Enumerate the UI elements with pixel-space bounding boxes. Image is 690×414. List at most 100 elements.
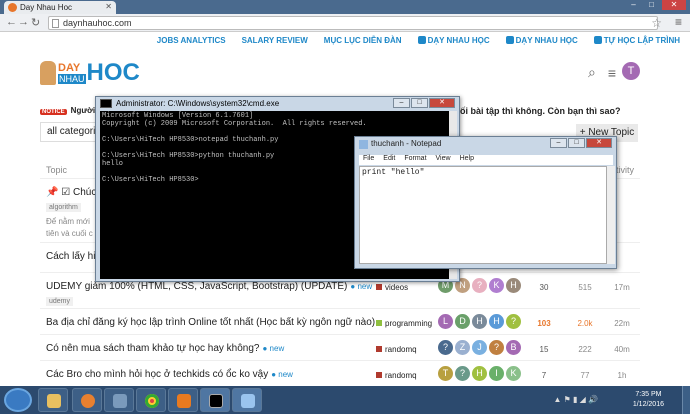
nav-tu-hoc[interactable]: TỰ HỌC LẬP TRÌNH	[593, 36, 680, 45]
notepad-icon	[359, 140, 368, 149]
avatar[interactable]: K	[506, 366, 521, 381]
topic-title[interactable]: Có nên mua sách tham khảo tự học hay khô…	[46, 343, 260, 354]
menu-view[interactable]: View	[436, 155, 451, 165]
category-label[interactable]: randomq	[376, 371, 417, 380]
new-badge: ● new	[350, 282, 373, 291]
topic-row[interactable]: Có nên mua sách tham khảo tự học hay khô…	[40, 334, 640, 360]
avatar[interactable]: K	[489, 278, 504, 293]
avatar[interactable]: ?	[438, 340, 453, 355]
avatar[interactable]: J	[472, 340, 487, 355]
topic-tag[interactable]: udemy	[46, 297, 74, 306]
avatar[interactable]: ?	[489, 340, 504, 355]
taskbar-cmd[interactable]	[200, 388, 230, 412]
clock-date: 1/12/2016	[632, 401, 664, 408]
forward-icon[interactable]: →	[18, 16, 29, 28]
avatar[interactable]: Z	[455, 340, 470, 355]
topic-title[interactable]: Cách lấy hin	[46, 251, 101, 262]
minimize-button[interactable]: –	[393, 98, 410, 108]
show-desktop-button[interactable]	[682, 386, 690, 414]
notepad-scrollbar[interactable]	[607, 166, 615, 264]
avatar[interactable]: H	[472, 314, 487, 329]
user-avatar[interactable]: T	[622, 62, 640, 80]
category-label[interactable]: programming	[376, 319, 432, 328]
reload-icon[interactable]: ↻	[31, 16, 40, 29]
maximize-button[interactable]: □	[568, 138, 585, 148]
maximize-button[interactable]: □	[411, 98, 428, 108]
cmd-icon	[209, 394, 223, 408]
search-icon[interactable]: ⌕	[588, 64, 596, 81]
system-tray[interactable]: ▲ ⚑ ▮ ◢ 🔊	[554, 395, 599, 404]
hamburger-menu-icon[interactable]: ≡	[608, 65, 616, 81]
category-name: randomq	[385, 371, 417, 380]
avatar[interactable]: ?	[455, 366, 470, 381]
taskbar-notepad[interactable]	[232, 388, 262, 412]
nav-jobs-analytics[interactable]: JOBS ANALYTICS	[157, 36, 226, 45]
browser-menu-icon[interactable]: ≡	[675, 15, 682, 29]
reply-count: 15	[539, 345, 549, 354]
tab-title: Day Nhau Hoc	[20, 3, 73, 12]
topic-tag[interactable]: algorithm	[46, 203, 81, 212]
address-bar-row: ← → ↻ daynhauhoc.com ☆ ≡	[0, 14, 690, 32]
maximize-button[interactable]: □	[644, 0, 659, 10]
reply-count: 30	[539, 283, 549, 292]
taskbar-media[interactable]	[72, 388, 102, 412]
minimize-button[interactable]: –	[626, 0, 641, 10]
topic-title[interactable]: UDEMY giảm 100% (HTML, CSS, JavaScript, …	[46, 281, 347, 292]
view-count: 2.0k	[577, 319, 593, 328]
topic-title[interactable]: Các Bro cho mình hỏi học ở techkids có ổ…	[46, 369, 268, 380]
bookmark-star-icon[interactable]: ☆	[651, 16, 662, 30]
avatar[interactable]: L	[438, 314, 453, 329]
cmd-icon	[100, 99, 112, 108]
clock[interactable]: 7:35 PM 1/12/2016	[633, 390, 664, 410]
activity-time[interactable]: 17m	[610, 283, 634, 292]
taskbar-explorer[interactable]	[38, 388, 68, 412]
start-button[interactable]	[4, 388, 32, 412]
category-label[interactable]: videos	[376, 283, 408, 292]
close-tab-icon[interactable]: ✕	[105, 2, 112, 11]
close-button[interactable]: ✕	[429, 98, 455, 108]
avatar[interactable]: T	[438, 366, 453, 381]
avatar[interactable]: ?	[472, 278, 487, 293]
category-color-icon	[376, 284, 382, 290]
nav-daynhauhoc-2[interactable]: DẠY NHAU HỌC	[505, 36, 578, 45]
notice-text: Người	[70, 106, 96, 115]
avatar[interactable]: H	[472, 366, 487, 381]
taskbar-chrome[interactable]	[136, 388, 166, 412]
menu-help[interactable]: Help	[460, 155, 474, 165]
nav-label: DẠY NHAU HỌC	[427, 36, 490, 45]
media-player-icon	[81, 394, 95, 408]
notice-text-right: ối bài tập thì không. Còn bạn thì sao?	[460, 106, 621, 116]
activity-time[interactable]: 40m	[610, 345, 634, 354]
topic-excerpt: Để nằm mới	[46, 217, 90, 226]
browser-tab[interactable]: Day Nhau Hoc ✕	[4, 1, 116, 14]
minimize-button[interactable]: –	[550, 138, 567, 148]
notepad-text-area[interactable]: print "hello"	[359, 166, 607, 264]
menu-edit[interactable]: Edit	[383, 155, 395, 165]
avatar[interactable]: ?	[506, 314, 521, 329]
url-input[interactable]: daynhauhoc.com	[48, 16, 658, 30]
activity-time[interactable]: 1h	[610, 371, 634, 380]
nav-muc-luc[interactable]: MỤC LỤC DIỄN ĐÀN	[324, 36, 402, 45]
close-button[interactable]: ✕	[586, 138, 612, 148]
site-logo[interactable]: DAY NHAU HOC	[40, 58, 140, 88]
menu-file[interactable]: File	[363, 155, 374, 165]
avatar[interactable]: D	[455, 314, 470, 329]
taskbar-app[interactable]	[104, 388, 134, 412]
avatar[interactable]: H	[506, 278, 521, 293]
taskbar-sublime[interactable]	[168, 388, 198, 412]
avatar[interactable]: B	[506, 340, 521, 355]
avatar[interactable]: I	[489, 366, 504, 381]
nav-salary-review[interactable]: SALARY REVIEW	[242, 36, 308, 45]
avatar[interactable]: H	[489, 314, 504, 329]
back-icon[interactable]: ←	[6, 16, 17, 28]
category-label[interactable]: randomq	[376, 345, 417, 354]
menu-format[interactable]: Format	[404, 155, 426, 165]
topic-row[interactable]: Các Bro cho mình hỏi học ở techkids có ổ…	[40, 360, 640, 386]
activity-time[interactable]: 22m	[610, 319, 634, 328]
topic-title[interactable]: Ba địa chỉ đăng ký học lập trình Online …	[46, 317, 375, 328]
topic-row[interactable]: Ba địa chỉ đăng ký học lập trình Online …	[40, 308, 640, 334]
nav-daynhauhoc-1[interactable]: DẠY NHAU HỌC	[417, 36, 490, 45]
close-window-button[interactable]: ✕	[662, 0, 686, 10]
notepad-window[interactable]: thuchanh - Notepad – □ ✕ File Edit Format …	[354, 136, 617, 269]
category-color-icon	[376, 372, 382, 378]
